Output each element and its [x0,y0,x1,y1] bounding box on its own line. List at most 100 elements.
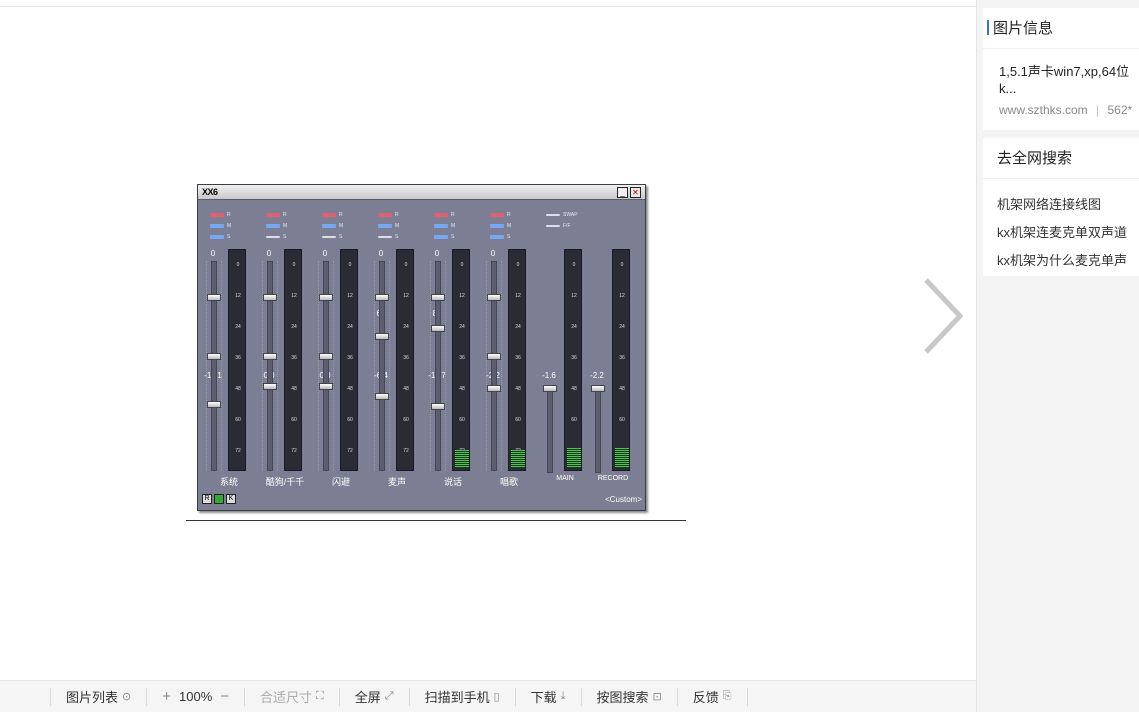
meter-scale-label: 60 [347,417,353,423]
meter-scale-label: 0 [460,262,464,268]
channel-label: 说话 [443,477,462,487]
meta-separator: | [1096,103,1100,117]
meter-scale-label: 60 [459,417,465,423]
mixer-channel-strip: RMS062-6.40122436486072麦声 [370,201,426,491]
meter-scale-label: 48 [235,386,241,392]
image-info-heading: 图片信息 [983,8,1139,38]
routing-led-row: R [322,211,343,218]
meter-scale-label: 12 [403,293,409,299]
top-knob-value: 0 [378,249,384,258]
routing-led-label: S [451,233,455,240]
heading-accent [987,20,989,35]
meter-scale-label: 0 [404,262,408,268]
meter-scale-label: 60 [291,417,297,423]
feedback-button[interactable]: 反馈 ⎘ [676,687,748,706]
meter-scale-label: 72 [403,448,409,454]
search-suggestion[interactable]: 机架网络连接线图 [997,191,1139,219]
routing-led-icon [378,212,392,217]
fader-knob [207,294,221,301]
zoom-control: + 100% − [146,687,244,706]
mixer-channel-strip: RMS000.00122436486072酷狗/千千 [258,201,314,491]
routing-led-label: S [227,233,231,240]
image-baseline [186,520,686,521]
web-search-title: 去全网搜索 [997,150,1073,167]
page: XX6 _ ✕ RMS00-11.10122436486072系统RMS000.… [0,0,1139,712]
meter-scale-label: 60 [235,417,241,423]
routing-led-row: M [378,222,399,229]
meter-scale-label: 12 [515,293,521,299]
meter-scale-label: 36 [571,355,577,361]
meter-scale-label: 48 [619,386,625,392]
fit-icon: ⛶ [316,690,324,702]
routing-led-row: R [490,211,511,218]
meter-scale-label: 48 [403,386,409,392]
r-button-icon: R [202,494,212,504]
download-button[interactable]: 下载 ⤓ [514,687,581,706]
routing-led-row: R [266,211,287,218]
meter-scale-label: 60 [619,417,625,423]
routing-led-row: S [322,233,342,240]
zoom-in-button[interactable]: + [162,688,171,705]
fader-track [491,261,497,471]
mixer-window-image: XX6 _ ✕ RMS00-11.10122436486072系统RMS000.… [197,184,646,511]
search-suggestion[interactable]: kx机架连麦克单双声道 [997,219,1139,247]
level-meter: 0122436486072 [452,249,470,471]
feedback-icon: ⎘ [722,690,732,702]
routing-led-label: S [395,233,399,240]
zoom-out-button[interactable]: − [220,688,229,705]
image-source[interactable]: www.szthks.com [999,103,1088,117]
search-suggestion[interactable]: kx机架为什么麦克单声 [997,247,1139,275]
image-caption-link[interactable]: 1,5.1声卡win7,xp,64位 k... [983,49,1139,97]
routing-led-row: S [434,233,454,240]
routing-led-row: M [434,222,455,229]
mixer-channel-strip: RMS00-11.10122436486072系统 [202,201,258,491]
mixer-channel-strip: RMS089-11.70122436486072说话 [426,201,482,491]
meter-scale-label: 36 [347,355,353,361]
fullscreen-button[interactable]: 全屏 ⤢ [338,687,409,706]
fader-knob [263,353,277,360]
meter-scale-label: 0 [236,262,240,268]
image-search-button[interactable]: 按图搜索 ⊡ [580,687,677,706]
master-strip: -2.20122436486072RECORD [586,201,642,491]
meter-scale-label: 0 [572,262,576,268]
caption-line-1: 1,5.1声卡win7,xp,64位 [999,64,1130,79]
level-meter: 0122436486072 [508,249,526,471]
master-level-meter: 0122436486072 [564,249,582,471]
master-fader-track [595,391,601,473]
image-info-title: 图片信息 [993,20,1054,37]
image-search-label: 按图搜索 [596,690,649,705]
channel-label: 麦声 [387,477,406,487]
meter-scale-label: 24 [235,324,241,330]
green-led-icon [214,494,224,504]
meter-scale-label: 72 [235,448,241,454]
fit-size-button[interactable]: 合适尺寸 ⛶ [244,687,339,706]
meter-scale-label: 60 [515,417,521,423]
fader-knob [263,383,277,390]
routing-led-icon [378,223,392,228]
meter-scale-label: 0 [292,262,296,268]
fader-knob [487,385,501,392]
next-image-arrow[interactable] [918,276,968,356]
image-list-button[interactable]: 图片列表 ⊙ [50,687,146,706]
master-label: RECORD [597,475,629,482]
routing-led-row: R [378,211,399,218]
scan-to-phone-button[interactable]: 扫描到手机 ▯ [408,687,515,706]
top-knob-value: 0 [266,249,272,258]
scan-label: 扫描到手机 [424,690,490,705]
meter-scale-label: 24 [459,324,465,330]
close-icon: ✕ [630,187,641,198]
meter-signal [615,448,629,468]
image-list-label: 图片列表 [66,690,119,705]
meter-scale-label: 48 [291,386,297,392]
phone-icon: ▯ [493,691,500,703]
master-fader-value: -1.6 [542,371,556,380]
routing-led-label: S [283,233,287,240]
routing-led-row: S [210,233,230,240]
fit-size-label: 合适尺寸 [260,690,313,705]
feedback-label: 反馈 [692,690,719,705]
fader-knob [319,294,333,301]
image-search-icon: ⊡ [652,691,662,703]
routing-led-row: M [322,222,343,229]
fader-knob [207,353,221,360]
routing-led-icon [378,235,392,238]
